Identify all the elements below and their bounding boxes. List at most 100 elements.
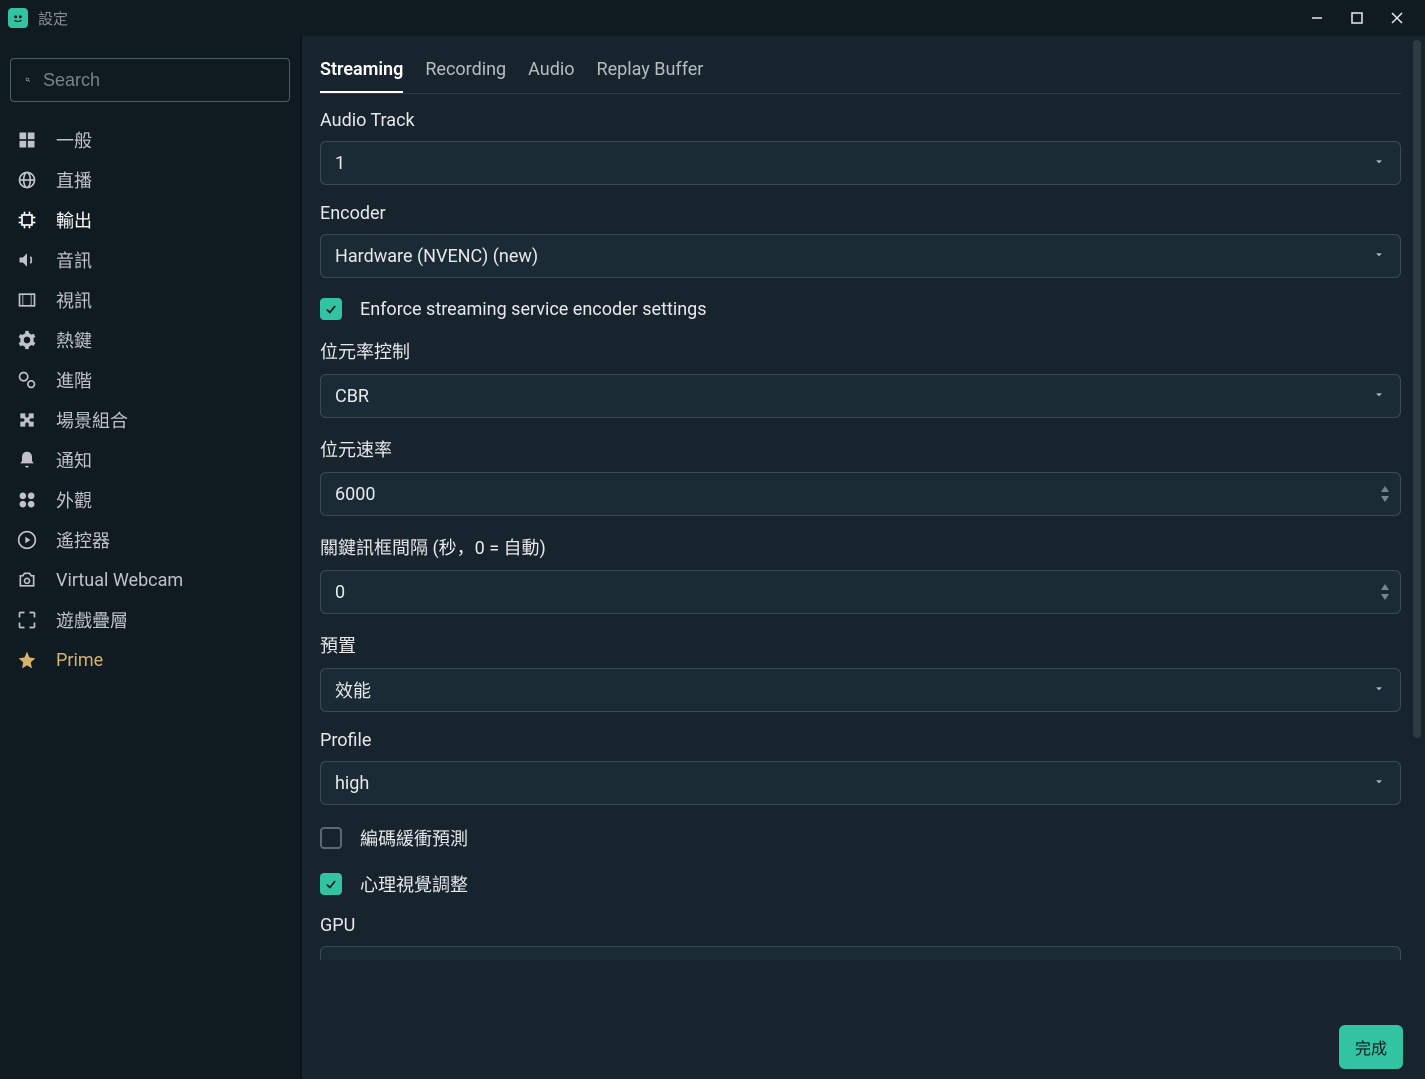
select-value: CBR [335, 386, 369, 407]
spinner-buttons[interactable] [1380, 583, 1390, 601]
tab-audio[interactable]: Audio [528, 48, 574, 93]
tab-label: Replay Buffer [597, 59, 704, 80]
select-value: high [335, 773, 369, 794]
close-button[interactable] [1377, 0, 1417, 36]
sidebar-item-label: 熱鍵 [56, 327, 92, 353]
keyframe-input[interactable]: 0 [320, 570, 1401, 614]
preset-select[interactable]: 效能 [320, 668, 1401, 712]
sidebar-item-label: 遙控器 [56, 527, 110, 553]
gpu-input-cutoff[interactable] [320, 946, 1401, 960]
footer: 完成 [302, 1015, 1425, 1079]
rate-control-label: 位元率控制 [320, 338, 1401, 364]
chevron-down-icon [1372, 386, 1386, 407]
bell-icon [14, 450, 40, 470]
sidebar-item-label: 通知 [56, 447, 92, 473]
puzzle-icon [14, 410, 40, 430]
maximize-button[interactable] [1337, 0, 1377, 36]
sidebar-item-remote[interactable]: 遙控器 [10, 520, 290, 560]
chevron-down-icon [1372, 153, 1386, 174]
done-button[interactable]: 完成 [1339, 1025, 1403, 1069]
gears-icon [14, 370, 40, 390]
checkbox-checked-icon [320, 298, 342, 320]
select-value: 1 [335, 153, 345, 174]
globe-icon [14, 170, 40, 190]
sidebar-item-appearance[interactable]: 外觀 [10, 480, 290, 520]
sidebar-item-video[interactable]: 視訊 [10, 280, 290, 320]
sidebar-item-label: 輸出 [56, 207, 92, 233]
sidebar-item-label: Prime [56, 650, 103, 671]
sidebar-item-label: Virtual Webcam [56, 570, 183, 591]
chevron-down-icon [1372, 680, 1386, 701]
search-icon [25, 71, 31, 89]
sidebar-item-audio[interactable]: 音訊 [10, 240, 290, 280]
volume-icon [14, 250, 40, 270]
camera-icon [14, 570, 40, 590]
sidebar-item-stream[interactable]: 直播 [10, 160, 290, 200]
spinner-buttons[interactable] [1380, 485, 1390, 503]
tabs: Streaming Recording Audio Replay Buffer [320, 48, 1401, 94]
checkbox-label: Enforce streaming service encoder settin… [360, 299, 707, 320]
tab-label: Streaming [320, 59, 403, 80]
expand-icon [14, 610, 40, 630]
search-input[interactable] [43, 70, 275, 91]
checkbox-checked-icon [320, 873, 342, 895]
sidebar-item-general[interactable]: 一般 [10, 120, 290, 160]
sidebar-item-label: 一般 [56, 127, 92, 153]
scrollbar-thumb[interactable] [1413, 40, 1421, 738]
sidebar-item-advanced[interactable]: 進階 [10, 360, 290, 400]
sidebar-item-scenes[interactable]: 場景組合 [10, 400, 290, 440]
sidebar-item-webcam[interactable]: Virtual Webcam [10, 560, 290, 600]
tab-label: Recording [425, 59, 506, 80]
film-icon [14, 290, 40, 310]
profile-label: Profile [320, 730, 1401, 751]
preset-label: 預置 [320, 632, 1401, 658]
select-value: 效能 [335, 677, 371, 703]
sidebar-item-output[interactable]: 輸出 [10, 200, 290, 240]
app-icon [8, 8, 28, 28]
chevron-down-icon [1380, 495, 1390, 503]
sidebar-item-label: 直播 [56, 167, 92, 193]
keyframe-label: 關鍵訊框間隔 (秒，0 = 自動) [320, 534, 1401, 560]
audio-track-select[interactable]: 1 [320, 141, 1401, 185]
chevron-up-icon [1380, 583, 1390, 591]
grid-icon [14, 130, 40, 150]
encoder-select[interactable]: Hardware (NVENC) (new) [320, 234, 1401, 278]
checkbox-label: 心理視覺調整 [360, 871, 468, 897]
profile-select[interactable]: high [320, 761, 1401, 805]
search-box[interactable] [10, 58, 290, 102]
bitrate-input[interactable]: 6000 [320, 472, 1401, 516]
numeric-value: 6000 [335, 484, 375, 505]
scrollbar[interactable] [1413, 40, 1421, 1009]
sidebar-item-label: 視訊 [56, 287, 92, 313]
minimize-button[interactable] [1297, 0, 1337, 36]
lookahead-checkbox-row[interactable]: 編碼緩衝預測 [320, 825, 1401, 851]
sidebar-item-overlay[interactable]: 遊戲疊層 [10, 600, 290, 640]
checkbox-label: 編碼緩衝預測 [360, 825, 468, 851]
sidebar-item-label: 進階 [56, 367, 92, 393]
rate-control-select[interactable]: CBR [320, 374, 1401, 418]
gpu-label: GPU [320, 915, 1401, 936]
sidebar-item-label: 場景組合 [56, 407, 128, 433]
audio-track-label: Audio Track [320, 110, 1401, 131]
sidebar: 一般 直播 輸出 音訊 視訊 熱鍵 進階 場景組合 [0, 36, 302, 1079]
tab-streaming[interactable]: Streaming [320, 48, 403, 93]
tab-replay-buffer[interactable]: Replay Buffer [597, 48, 704, 93]
tab-label: Audio [528, 59, 574, 80]
sidebar-item-hotkeys[interactable]: 熱鍵 [10, 320, 290, 360]
palette-icon [14, 490, 40, 510]
window-title: 設定 [38, 8, 68, 29]
sidebar-item-prime[interactable]: Prime [10, 640, 290, 680]
tab-recording[interactable]: Recording [425, 48, 506, 93]
play-icon [14, 530, 40, 550]
gear-icon [14, 330, 40, 350]
chevron-down-icon [1380, 593, 1390, 601]
button-label: 完成 [1355, 1041, 1387, 1058]
sidebar-item-notify[interactable]: 通知 [10, 440, 290, 480]
psycho-checkbox-row[interactable]: 心理視覺調整 [320, 871, 1401, 897]
checkbox-unchecked-icon [320, 827, 342, 849]
content-panel: Streaming Recording Audio Replay Buffer … [302, 36, 1425, 1015]
enforce-checkbox-row[interactable]: Enforce streaming service encoder settin… [320, 298, 1401, 320]
sidebar-item-label: 遊戲疊層 [56, 607, 128, 633]
bitrate-label: 位元速率 [320, 436, 1401, 462]
encoder-label: Encoder [320, 203, 1401, 224]
